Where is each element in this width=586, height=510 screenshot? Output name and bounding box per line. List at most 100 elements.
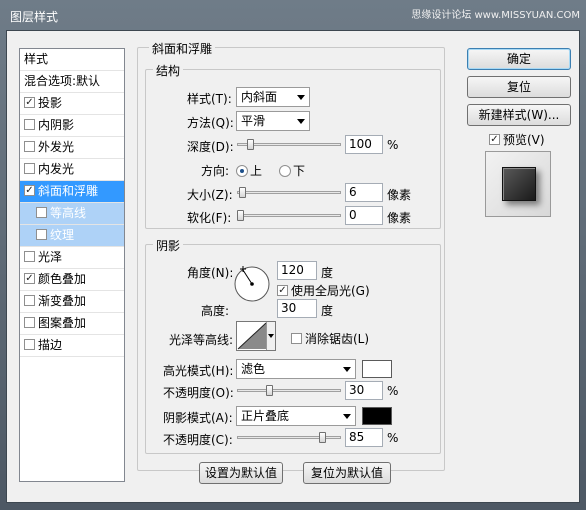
- make-default-button[interactable]: 设置为默认值: [199, 462, 283, 484]
- chevron-down-icon: [297, 119, 305, 124]
- style-select[interactable]: 内斜面: [236, 87, 310, 107]
- soften-slider-track[interactable]: [237, 214, 341, 217]
- size-input[interactable]: 6: [345, 183, 383, 202]
- highlight-mode-select[interactable]: 滤色: [236, 359, 356, 379]
- highlight-opacity-thumb[interactable]: [265, 385, 273, 396]
- checkbox-icon[interactable]: [24, 141, 35, 152]
- checkbox-icon[interactable]: [36, 229, 47, 240]
- checkbox-icon[interactable]: ✓: [24, 273, 35, 284]
- size-slider-thumb[interactable]: [239, 187, 247, 198]
- checkbox-icon[interactable]: ✓: [24, 185, 35, 196]
- depth-input[interactable]: 100: [345, 135, 383, 154]
- window-title: 图层样式: [10, 10, 59, 24]
- style-select-value: 内斜面: [241, 90, 278, 104]
- style-item-pattern-overlay[interactable]: 图案叠加: [20, 313, 124, 335]
- checkbox-icon[interactable]: [291, 333, 302, 344]
- style-item-inner-glow[interactable]: 内发光: [20, 159, 124, 181]
- reset-default-button[interactable]: 复位为默认值: [303, 462, 391, 484]
- checkbox-icon[interactable]: [24, 339, 35, 350]
- highlight-mode-value: 滤色: [241, 362, 266, 376]
- shadow-mode-select[interactable]: 正片叠底: [236, 406, 356, 426]
- gloss-contour-picker[interactable]: [236, 321, 276, 351]
- blend-options-item[interactable]: 混合选项:默认: [20, 71, 124, 93]
- style-item-color-overlay[interactable]: ✓ 颜色叠加: [20, 269, 124, 291]
- ok-button[interactable]: 确定: [467, 48, 571, 70]
- style-item-label: 颜色叠加: [38, 272, 87, 286]
- highlight-color-swatch[interactable]: [362, 360, 392, 378]
- title-bar[interactable]: 图层样式 思缘设计论坛 www.MISSYUAN.COM: [0, 0, 586, 30]
- reset-button[interactable]: 复位: [467, 76, 571, 98]
- checkbox-icon[interactable]: [36, 207, 47, 218]
- size-slider-track[interactable]: [237, 191, 341, 194]
- style-item-label: 纹理: [50, 228, 75, 242]
- style-item-label: 等高线: [50, 206, 87, 220]
- anti-aliased-label: 消除锯齿(L): [305, 332, 370, 346]
- checkbox-icon[interactable]: ✓: [277, 285, 288, 296]
- checkbox-icon[interactable]: ✓: [489, 134, 500, 145]
- preview-checkbox[interactable]: ✓ 预览(V): [489, 131, 545, 148]
- contour-dropdown[interactable]: [266, 322, 275, 350]
- global-light-checkbox[interactable]: ✓ 使用全局光(G): [277, 282, 370, 299]
- depth-slider-thumb[interactable]: [246, 139, 254, 150]
- direction-down-radio[interactable]: 下: [279, 162, 305, 179]
- angle-input[interactable]: 120: [277, 261, 317, 280]
- checkbox-icon[interactable]: [24, 119, 35, 130]
- preview-thumbnail: [485, 151, 551, 217]
- shadow-opacity-thumb[interactable]: [318, 432, 326, 443]
- checkbox-icon[interactable]: [24, 295, 35, 306]
- watermark: 思缘设计论坛 www.MISSYUAN.COM: [411, 10, 580, 21]
- shadow-opacity-unit: %: [387, 431, 399, 445]
- direction-down-label: 下: [293, 164, 306, 178]
- dialog-client: 样式 混合选项:默认 ✓ 投影 内阴影 外发光 内发光 ✓ 斜面和浮雕 等高线 纹理…: [6, 30, 580, 503]
- soften-unit: 像素: [387, 211, 412, 225]
- checkbox-icon[interactable]: [24, 163, 35, 174]
- soften-input[interactable]: 0: [345, 206, 383, 225]
- style-item-stroke[interactable]: 描边: [20, 335, 124, 357]
- anti-aliased-checkbox[interactable]: 消除锯齿(L): [291, 330, 369, 347]
- depth-label: 深度(D):: [187, 140, 234, 154]
- style-item-contour[interactable]: 等高线: [20, 203, 124, 225]
- chevron-down-icon: [343, 414, 351, 419]
- style-item-satin[interactable]: 光泽: [20, 247, 124, 269]
- style-item-inner-shadow[interactable]: 内阴影: [20, 115, 124, 137]
- checkbox-icon[interactable]: [24, 317, 35, 328]
- technique-select-value: 平滑: [241, 114, 266, 128]
- preview-swatch: [502, 167, 536, 201]
- shadow-opacity-label: 不透明度(C):: [163, 433, 233, 447]
- style-item-outer-glow[interactable]: 外发光: [20, 137, 124, 159]
- style-item-gradient-overlay[interactable]: 渐变叠加: [20, 291, 124, 313]
- shadow-color-swatch[interactable]: [362, 407, 392, 425]
- radio-selected-icon[interactable]: [236, 164, 248, 177]
- style-item-bevel-emboss[interactable]: ✓ 斜面和浮雕: [20, 181, 124, 203]
- angle-label: 角度(N):: [187, 266, 234, 280]
- style-item-texture[interactable]: 纹理: [20, 225, 124, 247]
- angle-dial-icon[interactable]: [233, 265, 271, 303]
- chevron-down-icon: [343, 367, 351, 372]
- technique-select[interactable]: 平滑: [236, 111, 310, 131]
- style-item-label: 渐变叠加: [38, 294, 87, 308]
- altitude-unit: 度: [321, 304, 334, 318]
- radio-icon[interactable]: [279, 164, 291, 177]
- shadow-mode-value: 正片叠底: [241, 409, 290, 423]
- style-item-label: 斜面和浮雕: [38, 184, 99, 198]
- soften-slider-thumb[interactable]: [237, 210, 244, 221]
- styles-header[interactable]: 样式: [20, 49, 124, 71]
- new-style-button[interactable]: 新建样式(W)...: [467, 104, 571, 126]
- contour-linear-icon: [237, 322, 267, 350]
- shadow-opacity-input[interactable]: 85: [345, 428, 383, 447]
- style-item-label: 投影: [38, 96, 63, 110]
- style-item-drop-shadow[interactable]: ✓ 投影: [20, 93, 124, 115]
- technique-label: 方法(Q):: [187, 116, 234, 130]
- highlight-opacity-track[interactable]: [237, 389, 341, 392]
- style-item-label: 内阴影: [38, 118, 75, 132]
- global-light-label: 使用全局光(G): [291, 284, 370, 298]
- checkbox-icon[interactable]: ✓: [24, 97, 35, 108]
- direction-up-radio[interactable]: 上: [236, 162, 262, 179]
- highlight-opacity-unit: %: [387, 384, 399, 398]
- shading-title: 阴影: [153, 237, 184, 254]
- bevel-emboss-title: 斜面和浮雕: [149, 40, 216, 57]
- altitude-input[interactable]: 30: [277, 299, 317, 318]
- highlight-opacity-input[interactable]: 30: [345, 381, 383, 400]
- highlight-opacity-label: 不透明度(O):: [163, 386, 234, 400]
- checkbox-icon[interactable]: [24, 251, 35, 262]
